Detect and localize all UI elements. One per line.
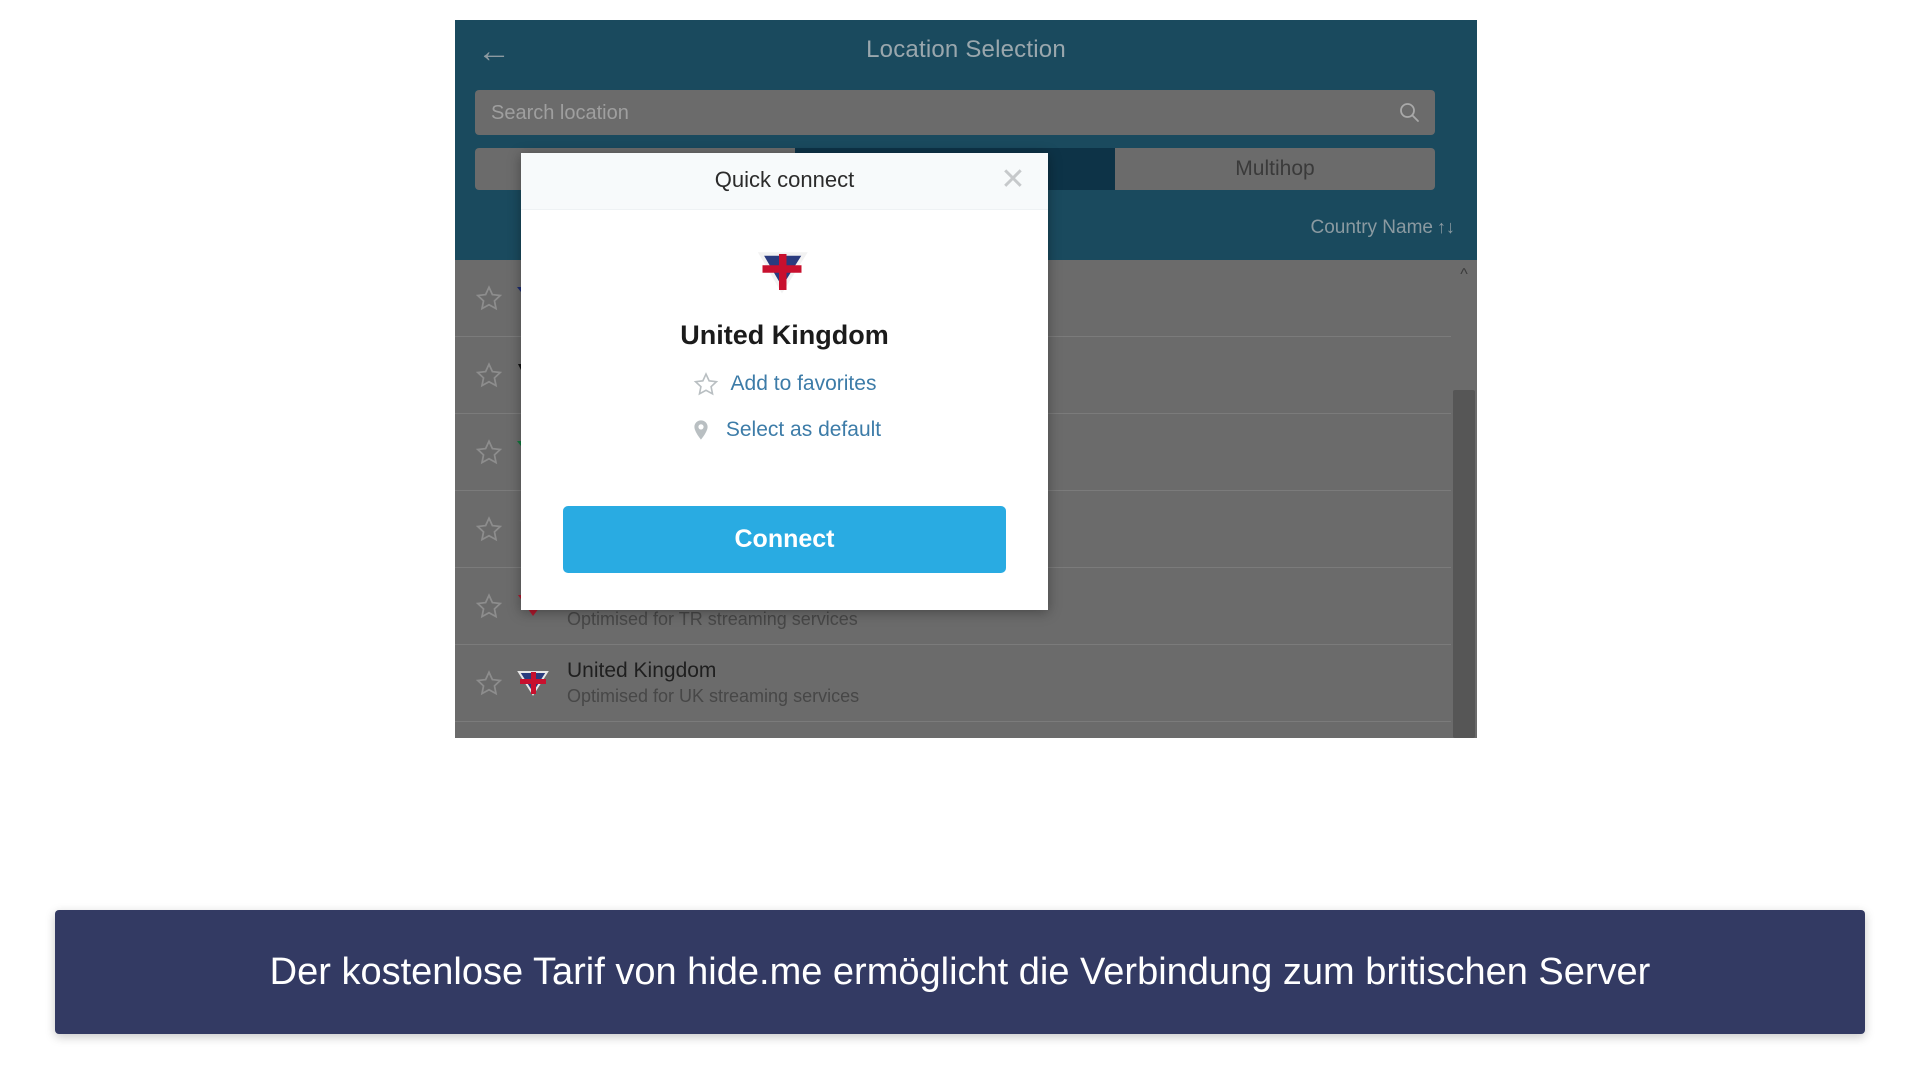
flag-uk-icon — [753, 246, 817, 298]
page-title: Location Selection — [866, 36, 1066, 63]
tab-multihop[interactable]: Multihop — [1115, 148, 1435, 190]
search-box[interactable] — [475, 90, 1435, 137]
sort-arrows-icon: ↑↓ — [1437, 217, 1455, 237]
quick-connect-modal: Quick connect ✕ United Kingdom Add to fa… — [521, 153, 1048, 610]
search-bar-container — [455, 82, 1477, 144]
vpn-app-window: ← Location Selection All Streaming Multi… — [455, 20, 1477, 911]
search-input[interactable] — [489, 90, 1373, 137]
screenshot-root: ← Location Selection All Streaming Multi… — [0, 0, 1919, 1079]
row-subtitle: Optimised for UK streaming services — [567, 686, 860, 706]
row-country-name: United States — [567, 735, 859, 738]
select-as-default-button[interactable]: Select as default — [688, 417, 881, 443]
star-icon — [693, 371, 719, 397]
caption-banner: Der kostenlose Tarif von hide.me ermögli… — [55, 910, 1865, 1034]
row-texts: United States Optimised for US streaming… — [567, 735, 859, 738]
modal-country-name: United Kingdom — [680, 320, 889, 350]
modal-title: Quick connect — [714, 167, 855, 192]
modal-header: Quick connect ✕ — [521, 153, 1048, 210]
star-icon[interactable] — [463, 438, 515, 466]
app-header: ← Location Selection — [455, 20, 1477, 82]
scrollbar-thumb[interactable] — [1453, 390, 1475, 738]
star-icon[interactable] — [463, 592, 515, 620]
select-as-default-label: Select as default — [725, 418, 882, 441]
chevron-up-icon[interactable]: ^ — [1451, 264, 1477, 286]
add-to-favorites-label: Add to favorites — [730, 372, 877, 395]
star-icon[interactable] — [463, 284, 515, 312]
row-texts: United Kingdom Optimised for UK streamin… — [567, 658, 859, 708]
table-row[interactable]: United Kingdom Optimised for UK streamin… — [455, 645, 1477, 722]
list-scrollbar[interactable]: ^ — [1451, 260, 1477, 738]
search-icon[interactable] — [1397, 100, 1421, 124]
close-icon[interactable]: ✕ — [996, 163, 1030, 197]
flag-uk-icon — [515, 668, 555, 698]
row-country-name: United Kingdom — [567, 659, 717, 682]
star-icon[interactable] — [463, 669, 515, 697]
star-icon[interactable] — [463, 361, 515, 389]
modal-body: United Kingdom Add to favorites Select a… — [521, 210, 1048, 611]
connect-button[interactable]: Connect — [563, 506, 1006, 573]
table-row[interactable]: United States Optimised for US streaming… — [455, 722, 1477, 738]
add-to-favorites-button[interactable]: Add to favorites — [693, 371, 877, 397]
sort-label-text: Country Name — [1310, 217, 1434, 238]
map-pin-icon — [688, 417, 714, 443]
sort-country-name-button[interactable]: Country Name ↑↓ — [1311, 217, 1456, 239]
star-icon[interactable] — [463, 515, 515, 543]
